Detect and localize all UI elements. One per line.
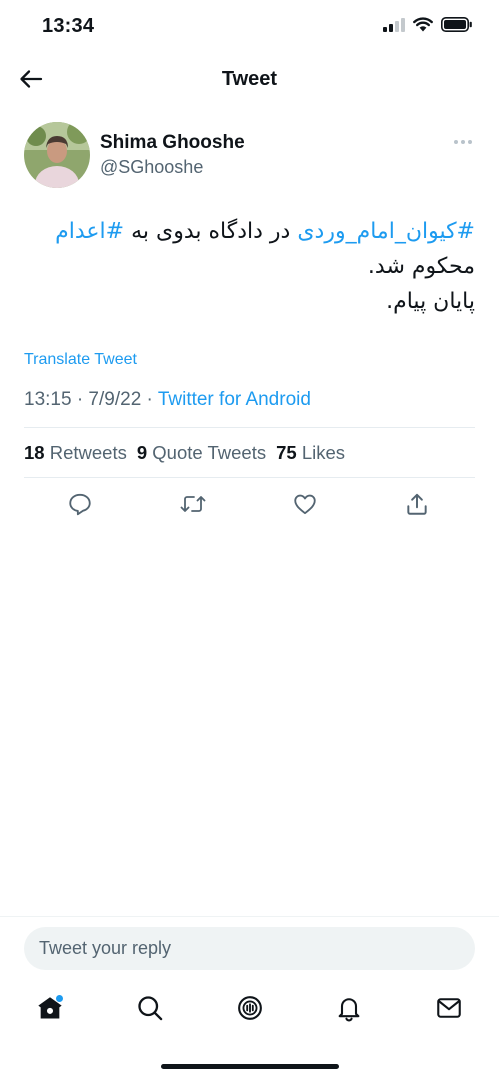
quotes-count: 9 [136,442,148,463]
status-icons [383,17,473,37]
more-dot [468,140,472,144]
likes-stat[interactable]: 75 Likes [276,442,345,464]
tweet-source-link[interactable]: Twitter for Android [158,389,311,410]
reply-button[interactable] [64,490,96,522]
tweet-line-2: محکوم شد. [367,254,475,279]
status-time: 13:34 [42,15,95,37]
spaces-icon [236,994,264,1027]
quotes-label: Quote Tweets [152,442,267,463]
like-icon [292,491,318,522]
divider [24,477,475,478]
nav-spaces[interactable] [232,992,268,1028]
nav-home[interactable] [32,992,68,1028]
tweet-text: #کیوان_امام_وردی در دادگاه بدوی به #اعدا… [24,214,475,319]
hashtag-link[interactable]: #اعدام [55,219,124,244]
share-icon [404,491,430,522]
more-dot [454,140,458,144]
likes-count: 75 [276,442,297,463]
translate-tweet-link[interactable]: Translate Tweet [24,351,137,369]
like-button[interactable] [289,490,321,522]
retweet-button[interactable] [177,490,209,522]
wifi-icon [413,17,433,37]
battery-icon [441,17,473,37]
tweet-stats: 18 Retweets 9 Quote Tweets 75 Likes [24,442,345,464]
divider [24,427,475,428]
search-icon [136,994,164,1027]
hashtag-link[interactable]: #کیوان_امام_وردی [297,219,475,244]
retweet-icon [179,491,207,522]
nav-header: Tweet [0,56,499,106]
cellular-signal-icon [383,17,405,37]
bottom-nav [0,988,499,1032]
nav-search[interactable] [132,992,168,1028]
tweet-author: Shima Ghooshe @SGhooshe [24,120,475,190]
more-options-button[interactable] [451,132,475,152]
author-name[interactable]: Shima Ghooshe [100,132,245,154]
quote-tweets-stat[interactable]: 9 Quote Tweets [137,442,266,464]
tweet-text-segment: در دادگاه بدوی به [124,219,298,244]
share-button[interactable] [401,490,433,522]
author-handle[interactable]: @SGhooshe [100,157,203,178]
nav-messages[interactable] [431,992,467,1028]
status-bar: 13:34 [0,0,499,56]
avatar[interactable] [24,122,90,188]
tweet-timestamp: 13:15 · 7/9/22 · [24,389,158,410]
notifications-icon [335,994,363,1027]
nav-notifications[interactable] [331,992,367,1028]
retweets-stat[interactable]: 18 Retweets [24,442,127,464]
retweets-count: 18 [24,442,45,463]
more-dot [461,140,465,144]
page-title: Tweet [221,68,278,90]
tweet-meta: 13:15 · 7/9/22 · Twitter for Android [24,389,311,411]
likes-label: Likes [301,442,346,463]
reply-icon [67,491,93,522]
messages-icon [435,994,463,1027]
reply-divider [0,916,499,917]
tweet-line-1: #کیوان_امام_وردی در دادگاه بدوی به #اعدا… [24,214,475,249]
tweet-line-3: پایان پیام. [386,289,475,314]
retweets-label: Retweets [49,442,127,463]
reply-input[interactable] [24,927,475,970]
tweet-actions [24,486,475,526]
home-notification-dot [56,995,63,1002]
home-indicator[interactable] [161,1064,339,1069]
